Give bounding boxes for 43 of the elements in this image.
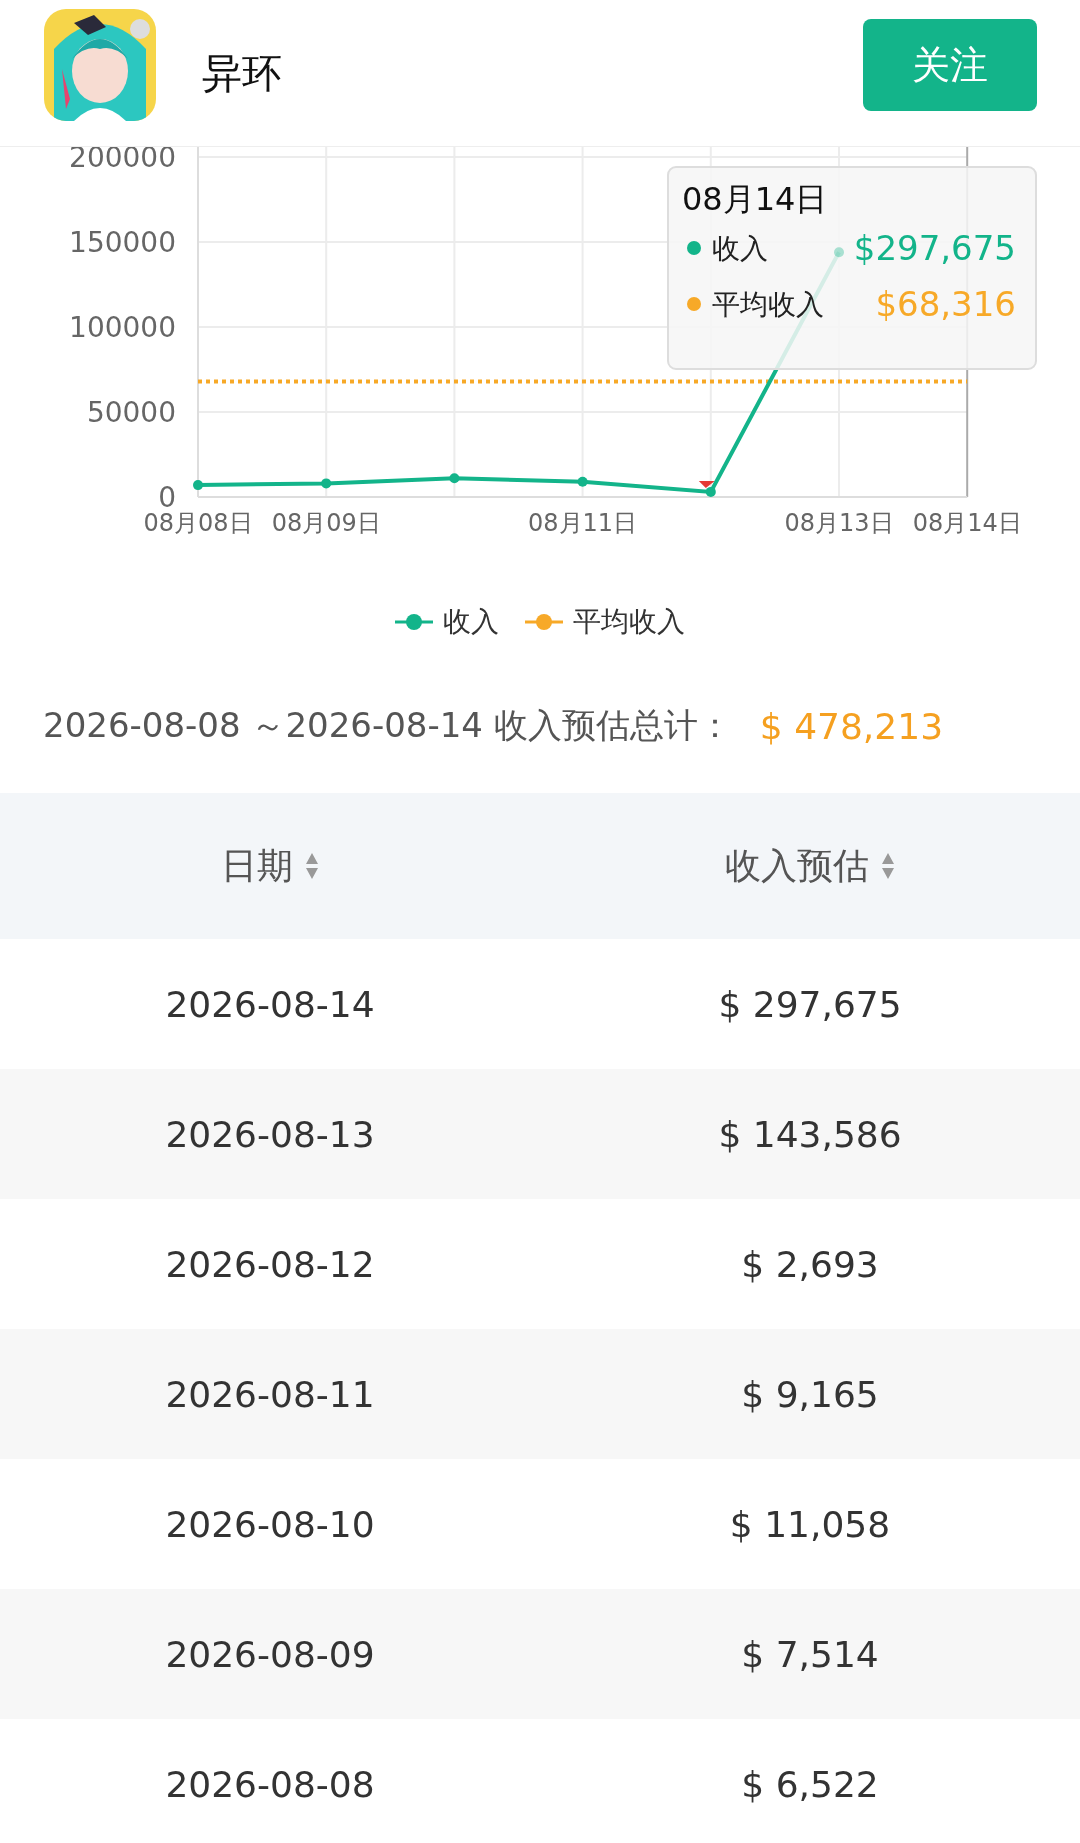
data-point: [449, 473, 460, 484]
column-header[interactable]: 收入预估: [725, 841, 869, 891]
tooltip-value: $68,316: [875, 284, 1016, 324]
legend-label: 平均收入: [573, 604, 685, 640]
revenue-cell-text: $ 9,165: [740, 1372, 880, 1417]
sort-icon[interactable]: [305, 852, 319, 880]
y-axis-label: 100000: [69, 311, 176, 344]
tooltip-label: 平均收入: [712, 288, 824, 321]
date-cell-text: 2026-08-08: [164, 1762, 376, 1807]
y-axis-label: 200000: [69, 147, 176, 174]
y-axis-label: 150000: [69, 226, 176, 259]
y-axis-label: 50000: [86, 396, 176, 429]
data-point: [321, 478, 332, 489]
date-cell-text: 2026-08-14: [164, 982, 376, 1027]
tooltip-title: 08月14日: [682, 180, 828, 218]
revenue-cell-text: $ 2,693: [740, 1242, 880, 1287]
revenue-cell-text: $ 11,058: [728, 1502, 892, 1547]
date-cell-text: 2026-08-09: [164, 1632, 376, 1677]
revenue-cell-text: $ 143,586: [717, 1112, 903, 1157]
x-axis-label: 08月14日: [912, 509, 1022, 537]
data-point: [193, 480, 203, 491]
tooltip-label: 收入: [712, 232, 768, 265]
marker-icon: [698, 480, 715, 488]
date-cell-text: 2026-08-13: [164, 1112, 376, 1157]
date-cell-text: 2026-08-10: [164, 1502, 376, 1547]
revenue-cell-text: $ 7,514: [740, 1632, 880, 1677]
legend-label: 收入: [443, 604, 499, 640]
revenue-cell-text: $ 6,522: [740, 1762, 880, 1807]
x-axis-label: 08月13日: [784, 509, 894, 537]
summary-text: 2026-08-08 ～2026-08-14 收入预估总计：: [43, 704, 732, 747]
sort-icon[interactable]: [881, 852, 895, 880]
tooltip-value: $297,675: [853, 228, 1016, 268]
revenue-cell-text: $ 297,675: [717, 982, 903, 1027]
x-axis-label: 08月09日: [271, 509, 381, 537]
date-cell-text: 2026-08-12: [164, 1242, 376, 1287]
summary-total: $ 478,213: [759, 705, 944, 747]
data-point: [577, 476, 588, 487]
data-point: [705, 486, 716, 497]
data-point: [834, 247, 844, 258]
column-header[interactable]: 日期: [221, 841, 293, 891]
x-axis-label: 08月11日: [528, 509, 638, 537]
date-cell-text: 2026-08-11: [164, 1372, 376, 1417]
app-title: 异环: [202, 48, 283, 98]
